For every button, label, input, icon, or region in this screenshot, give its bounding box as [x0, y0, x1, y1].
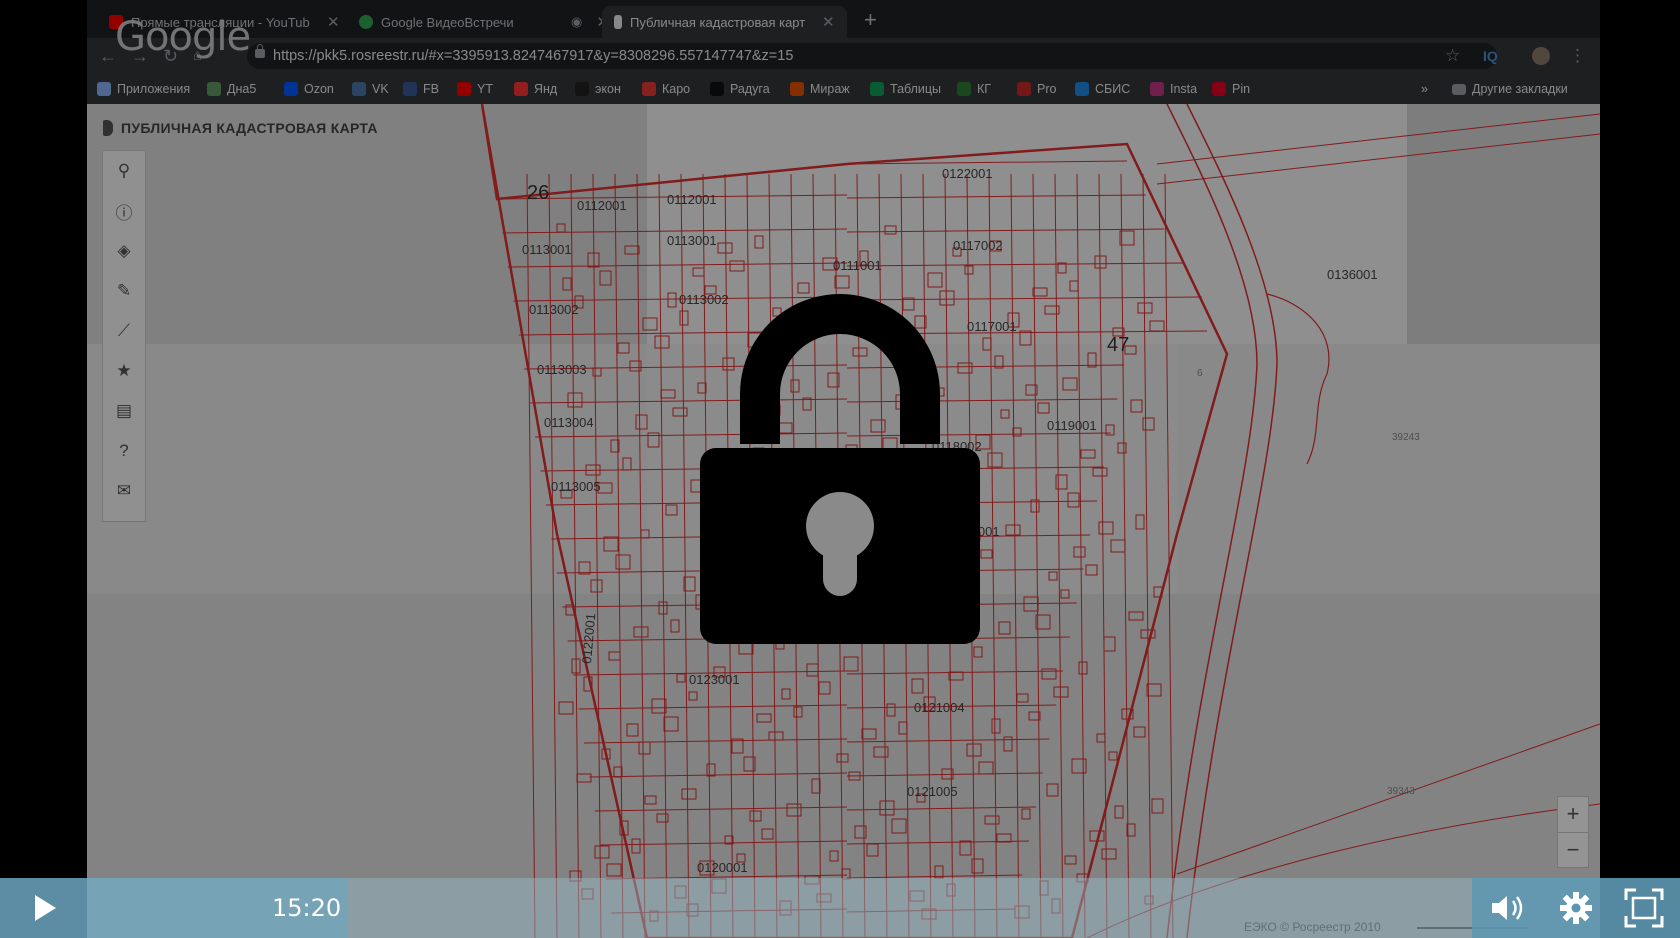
- right-controls: [1472, 878, 1680, 938]
- player-controls: 15:20: [0, 878, 1680, 938]
- settings-gear-icon[interactable]: [1556, 888, 1596, 928]
- lock-icon: [700, 294, 980, 644]
- video-player[interactable]: Прямые трансляции - YouTub ✕ Google Виде…: [0, 0, 1680, 938]
- volume-icon[interactable]: [1488, 888, 1528, 928]
- play-button[interactable]: [0, 878, 87, 938]
- play-icon: [35, 895, 56, 921]
- time-display: 15:20: [272, 894, 342, 922]
- fullscreen-icon[interactable]: [1624, 888, 1664, 928]
